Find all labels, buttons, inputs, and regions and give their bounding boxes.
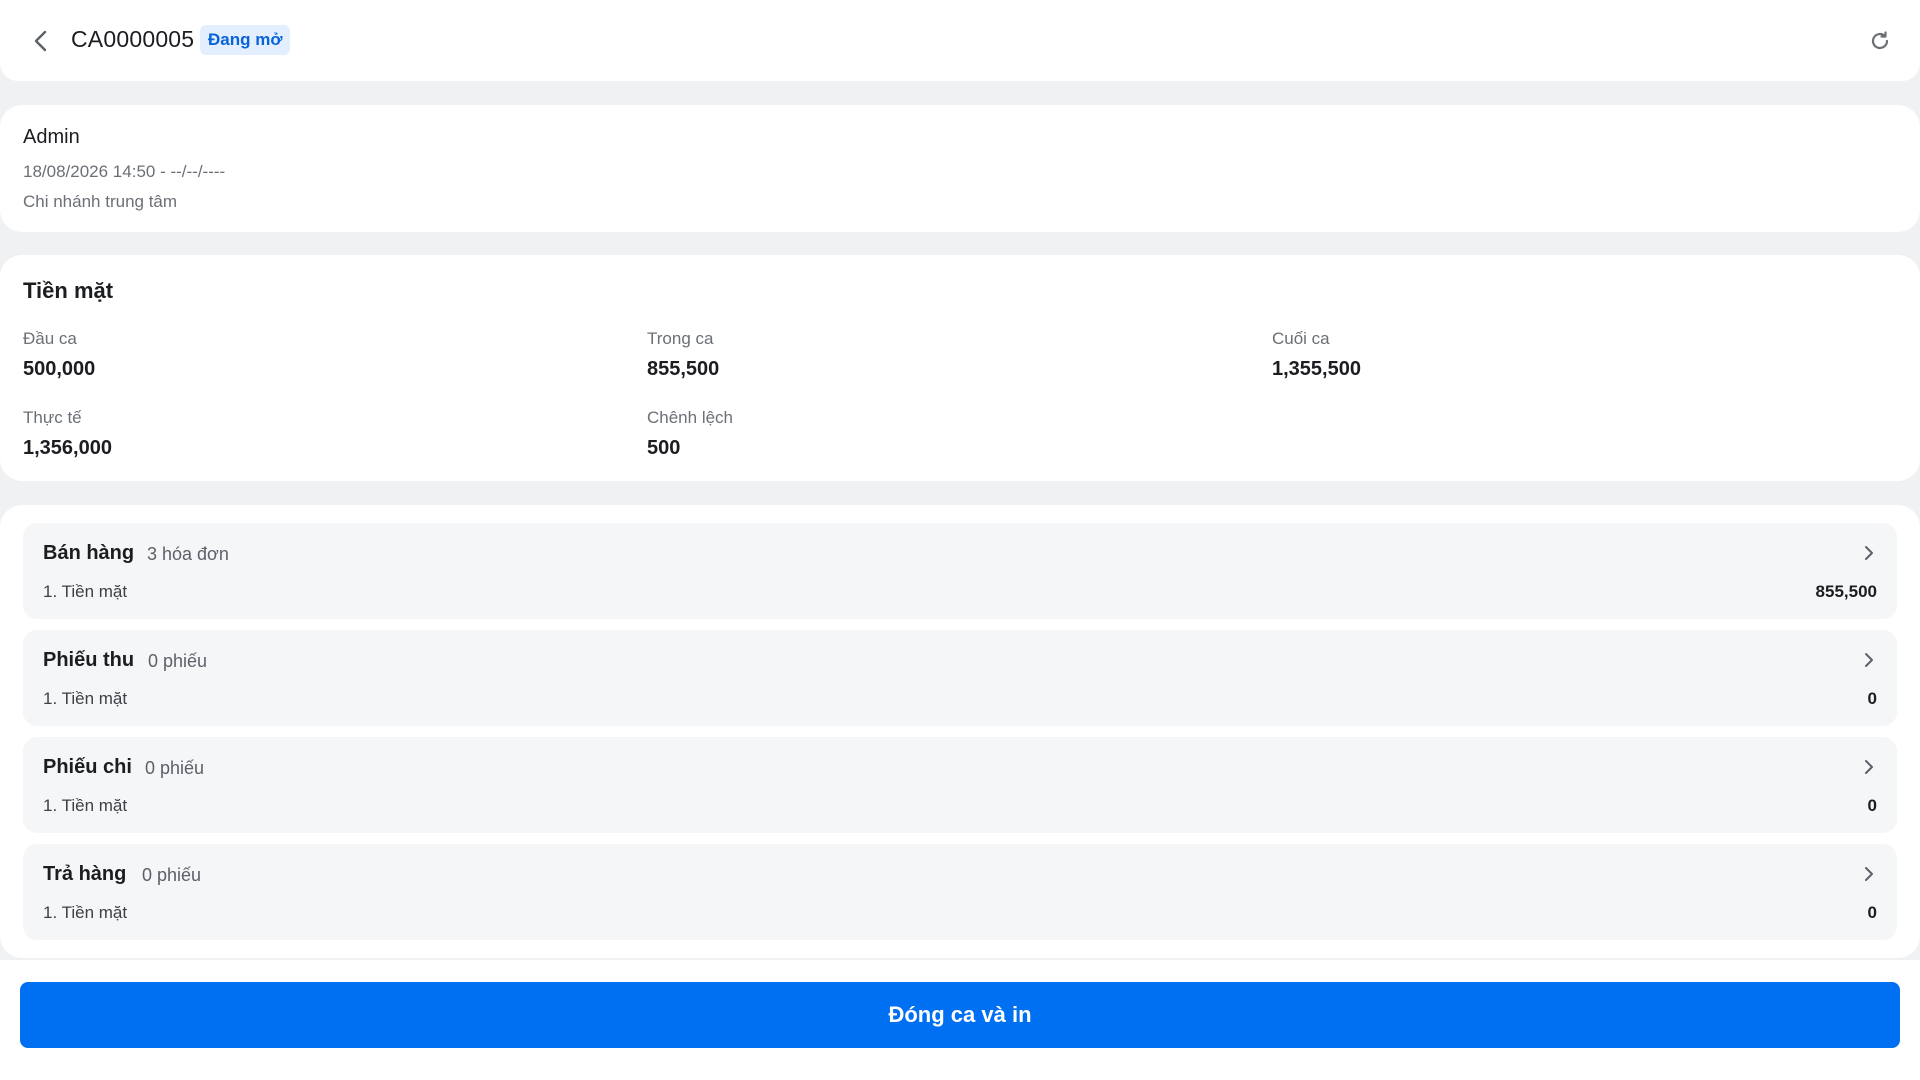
payment-method-label: 1. Tiền mặt [43, 796, 128, 815]
difference-value: 500 [647, 437, 681, 459]
group-count: 3 hóa đơn [147, 544, 229, 564]
chevron-right-icon [1859, 543, 1879, 563]
during-shift-label: Trong ca [647, 329, 714, 348]
status-badge: Đang mở [200, 25, 291, 55]
difference-label: Chênh lệch [647, 408, 734, 427]
group-sales[interactable]: Bán hàng 3 hóa đơn 1. Tiền mặt 855,500 [23, 523, 1897, 619]
during-shift-value: 855,500 [647, 358, 720, 380]
payment-amount: 0 [1867, 796, 1877, 815]
payment-method-label: 1. Tiền mặt [43, 903, 128, 922]
group-count: 0 phiếu [148, 651, 208, 671]
shift-time-range: 18/08/2026 14:50 - --/--/---- [23, 162, 226, 181]
cash-summary-card [0, 255, 1920, 481]
payment-method-label: 1. Tiền mặt [43, 689, 128, 708]
refresh-icon [1871, 31, 1889, 50]
payment-amount: 0 [1867, 689, 1877, 708]
close-shift-and-print-button[interactable]: Đóng ca và in [20, 982, 1900, 1048]
group-title: Bán hàng [43, 542, 135, 564]
actual-cash-label: Thực tế [23, 408, 82, 427]
chevron-right-icon [1859, 650, 1879, 670]
top-bar: CA0000005 Đang mở [0, 0, 1920, 81]
group-title: Trả hàng [43, 863, 127, 885]
branch-name: Chi nhánh trung tâm [23, 192, 178, 211]
payment-amount: 0 [1867, 903, 1877, 922]
opening-cash-label: Đầu ca [23, 329, 77, 348]
chevron-right-icon [1859, 757, 1879, 777]
actual-cash-value: 1,356,000 [23, 437, 112, 459]
shift-info-card [0, 105, 1920, 232]
payment-method-label: 1. Tiền mặt [43, 582, 128, 601]
group-expenses[interactable]: Phiếu chi 0 phiếu 1. Tiền mặt 0 [23, 737, 1897, 833]
closing-cash-label: Cuối ca [1272, 329, 1330, 348]
group-receipts[interactable]: Phiếu thu 0 phiếu 1. Tiền mặt 0 [23, 630, 1897, 726]
chevron-right-icon [1859, 864, 1879, 884]
group-title: Phiếu chi [43, 756, 132, 778]
group-count: 0 phiếu [145, 758, 205, 778]
refresh-button[interactable] [1867, 28, 1893, 54]
group-title: Phiếu thu [43, 649, 135, 671]
user-name: Admin [23, 126, 80, 148]
chevron-left-icon [34, 30, 47, 52]
shift-code: CA0000005 [71, 26, 195, 52]
opening-cash-value: 500,000 [23, 358, 96, 380]
payment-amount: 855,500 [1815, 582, 1877, 601]
group-returns[interactable]: Trả hàng 0 phiếu 1. Tiền mặt 0 [23, 844, 1897, 940]
group-count: 0 phiếu [142, 865, 202, 885]
back-button[interactable] [28, 28, 54, 54]
cash-title: Tiền mặt [23, 278, 114, 303]
closing-cash-value: 1,355,500 [1272, 358, 1361, 380]
